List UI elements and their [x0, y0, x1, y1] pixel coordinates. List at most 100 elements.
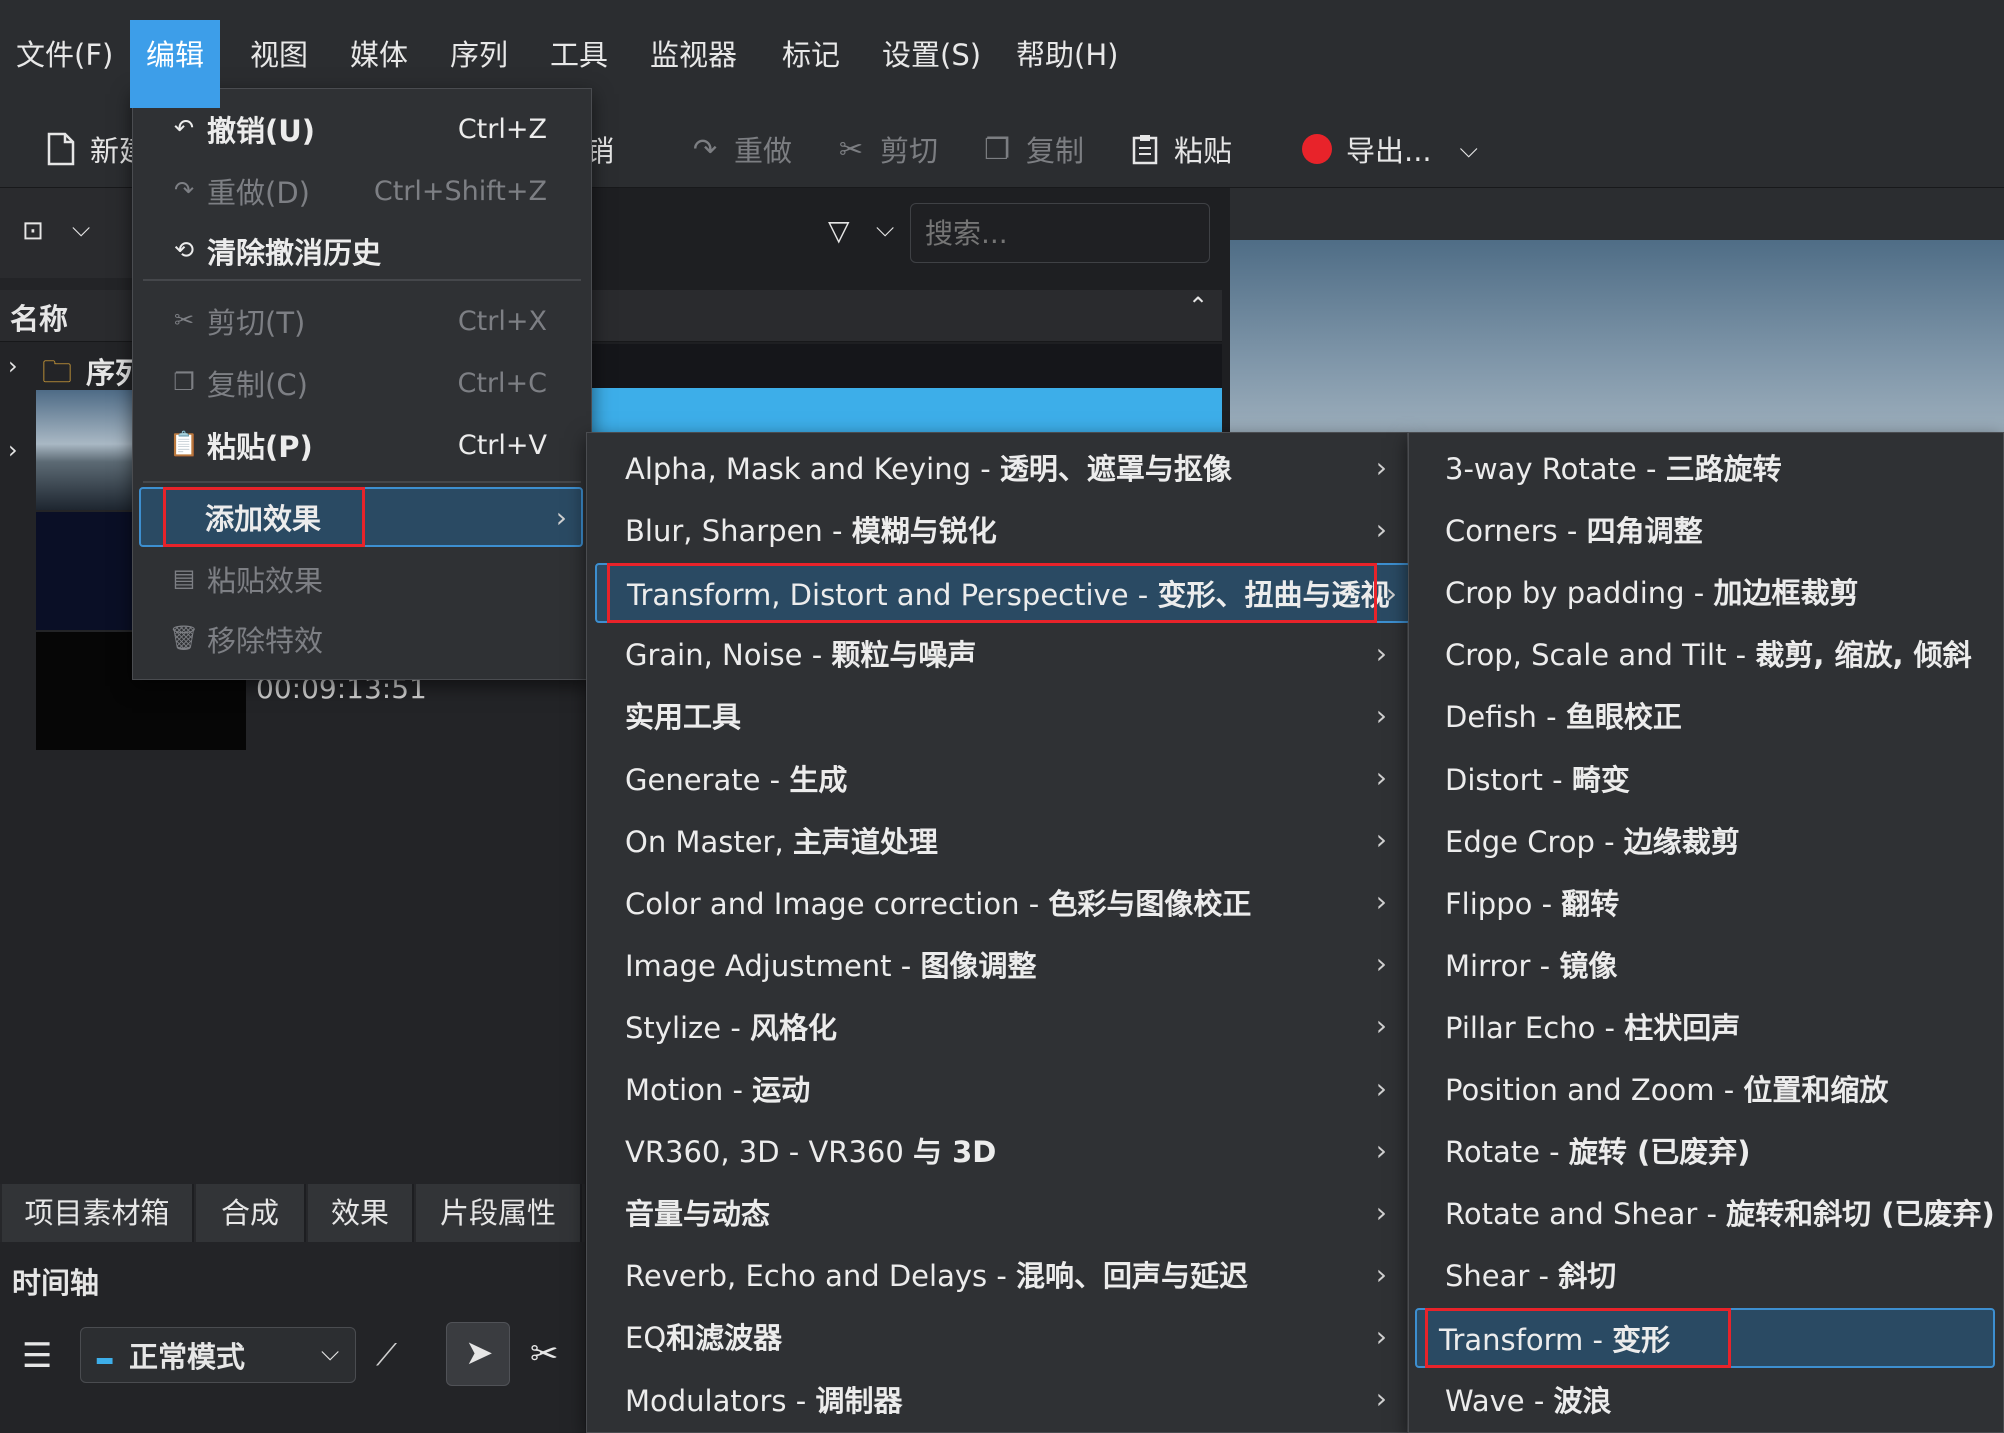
- chevron-down-icon[interactable]: ⌵: [72, 214, 90, 242]
- chevron-down-icon[interactable]: ⌵: [1460, 135, 1478, 163]
- label-en: Rotate and Shear -: [1445, 1197, 1727, 1232]
- cut-button[interactable]: ✂ 剪切: [834, 124, 938, 174]
- transform-effect-12[interactable]: Rotate and Shear - 旋转和斜切 (已废弃): [1409, 1184, 2003, 1240]
- list-item[interactable]: [586, 344, 1222, 388]
- hamburger-icon[interactable]: ☰: [22, 1336, 52, 1376]
- effect-category-12[interactable]: 音量与动态 ›: [587, 1184, 1407, 1240]
- transform-effect-2[interactable]: Crop by padding - 加边框裁剪: [1409, 563, 2003, 619]
- transform-effect-7[interactable]: Flippo - 翻转: [1409, 874, 2003, 930]
- search-input[interactable]: [910, 203, 1210, 263]
- effect-category-4[interactable]: 实用工具 ›: [587, 687, 1407, 743]
- chevron-right-icon[interactable]: ›: [8, 436, 18, 464]
- edit-menu-item-8[interactable]: 🗑 移除特效: [133, 611, 591, 667]
- edit-menu-item-4[interactable]: ❐ 复制(C) Ctrl+C: [133, 355, 591, 411]
- edit-menu-item-0[interactable]: ↶ 撤销(U) Ctrl+Z: [133, 101, 591, 157]
- redo-icon: ↷: [173, 176, 195, 204]
- menu-item-label: Crop, Scale and Tilt - 裁剪, 缩放, 倾斜: [1445, 632, 1972, 674]
- label-zh: 位置和缩放: [1743, 1073, 1889, 1107]
- chevron-down-icon[interactable]: ⌵: [876, 214, 894, 242]
- menu-item-label: Defish - 鱼眼校正: [1445, 694, 1682, 736]
- transform-effect-3[interactable]: Crop, Scale and Tilt - 裁剪, 缩放, 倾斜: [1409, 625, 2003, 681]
- label-zh: 与 3D: [913, 1135, 997, 1170]
- label-zh: 颗粒与噪声: [831, 638, 977, 673]
- effect-category-0[interactable]: Alpha, Mask and Keying - 透明、遮罩与抠像 ›: [587, 439, 1407, 495]
- preview-image: [1230, 240, 2004, 440]
- timeline-mode-select[interactable]: ▂ 正常模式 ⌵: [80, 1327, 356, 1383]
- menu-item-label: VR360, 3D - VR360 与 3D: [625, 1129, 996, 1171]
- edit-menu-item-1[interactable]: ↷ 重做(D) Ctrl+Shift+Z: [133, 163, 591, 219]
- transform-effect-15[interactable]: Wave - 波浪: [1409, 1371, 2003, 1427]
- menu-3[interactable]: 媒体: [334, 20, 424, 88]
- label-en: Position and Zoom -: [1445, 1073, 1744, 1107]
- effect-category-10[interactable]: Motion - 运动 ›: [587, 1060, 1407, 1116]
- select-tool-button[interactable]: ➤: [446, 1322, 510, 1386]
- menu-1[interactable]: 编辑: [130, 20, 221, 108]
- edit-menu-item-7[interactable]: ▤ 粘贴效果: [133, 551, 591, 607]
- menu-8[interactable]: 设置(S): [866, 20, 997, 88]
- transform-effect-4[interactable]: Defish - 鱼眼校正: [1409, 687, 2003, 743]
- tab-effects[interactable]: 效果: [308, 1184, 414, 1242]
- razor-icon[interactable]: ✂: [530, 1334, 559, 1374]
- menu-2[interactable]: 视图: [234, 20, 324, 88]
- edit-menu-item-6[interactable]: 添加效果 ›: [139, 487, 583, 547]
- label-en: 3-way Rotate -: [1445, 452, 1666, 486]
- effect-category-8[interactable]: Image Adjustment - 图像调整 ›: [587, 936, 1407, 992]
- effect-category-1[interactable]: Blur, Sharpen - 模糊与锐化 ›: [587, 501, 1407, 557]
- copy-icon: ❐: [173, 368, 195, 396]
- effect-category-5[interactable]: Generate - 生成 ›: [587, 750, 1407, 806]
- tab-compositions[interactable]: 合成: [196, 1184, 306, 1242]
- view-mode-icon[interactable]: ⊡: [22, 216, 44, 246]
- menu-item-label: Color and Image correction - 色彩与图像校正: [625, 881, 1251, 923]
- chevron-right-icon[interactable]: ›: [8, 352, 18, 380]
- transform-effect-8[interactable]: Mirror - 镜像: [1409, 936, 2003, 992]
- effect-category-7[interactable]: Color and Image correction - 色彩与图像校正 ›: [587, 874, 1407, 930]
- menu-0[interactable]: 文件(F): [0, 20, 129, 88]
- transform-effect-1[interactable]: Corners - 四角调整: [1409, 501, 2003, 557]
- snap-icon[interactable]: ⟋: [376, 1338, 397, 1373]
- chevron-right-icon: ›: [1375, 1319, 1387, 1353]
- tab-project-bin[interactable]: 项目素材箱: [2, 1184, 194, 1242]
- effect-category-15[interactable]: Modulators - 调制器 ›: [587, 1371, 1407, 1427]
- effect-category-13[interactable]: Reverb, Echo and Delays - 混响、回声与延迟 ›: [587, 1246, 1407, 1302]
- effect-category-11[interactable]: VR360, 3D - VR360 与 3D ›: [587, 1122, 1407, 1178]
- filter-icon[interactable]: ▽: [828, 214, 850, 247]
- effect-category-3[interactable]: Grain, Noise - 颗粒与噪声 ›: [587, 625, 1407, 681]
- edit-menu-item-5[interactable]: 📋 粘贴(P) Ctrl+V: [133, 417, 591, 473]
- tab-clip-properties[interactable]: 片段属性: [416, 1184, 582, 1242]
- redo-button[interactable]: ↷ 重做: [688, 124, 792, 174]
- menu-4[interactable]: 序列: [434, 20, 524, 88]
- effect-category-2[interactable]: Transform, Distort and Perspective - 变形、…: [595, 563, 1411, 624]
- shortcut-label: Ctrl+Z: [457, 113, 547, 145]
- effect-category-14[interactable]: EQ和滤波器 ›: [587, 1308, 1407, 1364]
- label-zh: 镜像: [1559, 948, 1618, 983]
- transform-effect-11[interactable]: Rotate - 旋转 (已废弃): [1409, 1122, 2003, 1178]
- transform-effect-0[interactable]: 3-way Rotate - 三路旋转: [1409, 439, 2003, 495]
- edit-menu-item-2[interactable]: ⟲ 清除撤消历史: [133, 223, 591, 279]
- effect-category-6[interactable]: On Master, 主声道处理 ›: [587, 812, 1407, 868]
- transform-effect-5[interactable]: Distort - 畸变: [1409, 750, 2003, 806]
- transform-effect-10[interactable]: Position and Zoom - 位置和缩放: [1409, 1060, 2003, 1116]
- menu-item-label: 粘贴(P): [207, 430, 313, 464]
- chevron-right-icon: ›: [1385, 576, 1397, 610]
- edit-menu-item-3[interactable]: ✂ 剪切(T) Ctrl+X: [133, 293, 591, 349]
- effect-category-9[interactable]: Stylize - 风格化 ›: [587, 998, 1407, 1054]
- menu-item-label: 重做(D): [207, 176, 310, 210]
- list-item-selected[interactable]: [586, 388, 1222, 434]
- chevron-up-icon[interactable]: ⌃: [1188, 292, 1208, 320]
- menu-item-label: 3-way Rotate - 三路旋转: [1445, 446, 1782, 488]
- menu-7[interactable]: 标记: [766, 20, 856, 88]
- export-button[interactable]: 导出... ⌵: [1300, 124, 1478, 174]
- menu-5[interactable]: 工具: [534, 20, 624, 88]
- label-en: Modulators -: [625, 1383, 816, 1418]
- shortcut-label: Ctrl+V: [457, 429, 547, 461]
- transform-effect-6[interactable]: Edge Crop - 边缘裁剪: [1409, 812, 2003, 868]
- menu-9[interactable]: 帮助(H): [1000, 20, 1134, 88]
- transform-effect-13[interactable]: Shear - 斜切: [1409, 1246, 2003, 1302]
- menu-item-label: Edge Crop - 边缘裁剪: [1445, 819, 1740, 861]
- transform-effect-14[interactable]: Transform - 变形: [1415, 1308, 1995, 1369]
- paste-button[interactable]: 粘贴: [1128, 124, 1232, 174]
- copy-button[interactable]: ❐ 复制: [980, 124, 1084, 174]
- transform-effect-9[interactable]: Pillar Echo - 柱状回声: [1409, 998, 2003, 1054]
- chevron-right-icon: ›: [1375, 1195, 1387, 1229]
- menu-6[interactable]: 监视器: [634, 20, 753, 88]
